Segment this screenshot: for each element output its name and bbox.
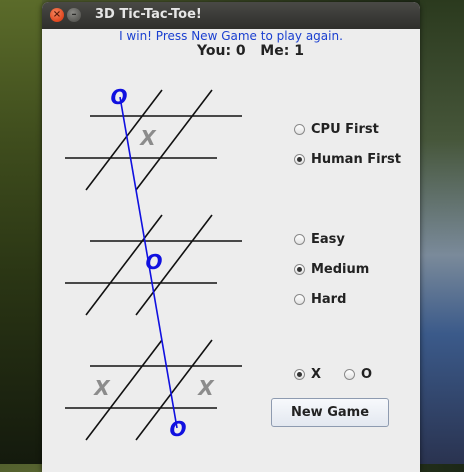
radio-cpu-first[interactable]: CPU First	[294, 121, 379, 137]
board-level-bottom	[65, 339, 242, 441]
radio-button-icon	[294, 123, 305, 135]
new-game-button[interactable]: New Game	[271, 398, 389, 427]
radio-symbol-x[interactable]: X	[294, 366, 321, 382]
radio-easy[interactable]: Easy	[294, 231, 345, 247]
board-mark[interactable]: X	[196, 376, 215, 400]
radio-label: O	[361, 366, 373, 382]
radio-human-first[interactable]: Human First	[294, 151, 401, 167]
radio-button-icon	[294, 293, 305, 305]
radio-medium[interactable]: Medium	[294, 261, 369, 277]
radio-button-icon	[294, 368, 305, 380]
desktop-background-right	[420, 0, 464, 464]
radio-label: Hard	[311, 291, 347, 307]
radio-hard[interactable]: Hard	[294, 291, 346, 307]
board-mark[interactable]: O	[110, 85, 127, 109]
radio-symbol-o[interactable]: O	[344, 366, 372, 382]
game-window: × – 3D Tic-Tac-Toe! I win! Press New Gam…	[42, 2, 420, 472]
radio-label: Medium	[311, 261, 370, 277]
desktop-background-left	[0, 0, 42, 464]
radio-button-icon	[294, 263, 305, 275]
radio-label: Easy	[311, 231, 345, 247]
radio-button-icon	[344, 368, 355, 380]
board-mark[interactable]: O	[145, 250, 162, 274]
radio-label: Human First	[311, 151, 401, 167]
board-mark[interactable]: X	[92, 376, 111, 400]
radio-label: CPU First	[311, 121, 379, 137]
board-mark[interactable]: O	[169, 417, 186, 441]
radio-button-icon	[294, 233, 305, 245]
radio-label: X	[311, 366, 322, 382]
radio-button-icon	[294, 153, 305, 165]
board-mark[interactable]: X	[138, 126, 157, 150]
